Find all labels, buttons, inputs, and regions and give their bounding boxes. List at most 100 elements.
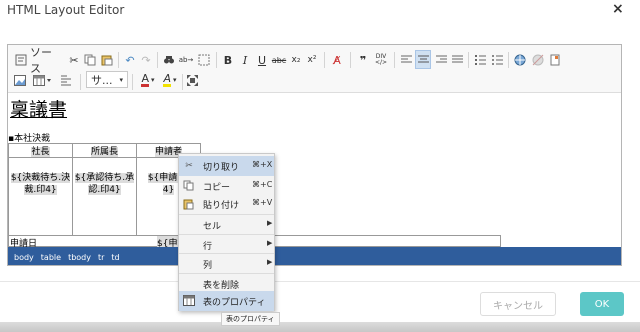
element-path-bar: body table tbody tr td [8,247,621,265]
blockquote-icon[interactable]: ❞ [357,51,369,69]
editor-content[interactable]: 稟議書 ▪本社決裁 社長 所属長 申請者 ${決裁待ち.決 裁.印4} ${承認待… [8,93,621,249]
menu-item-label: 貼り付け [203,201,240,211]
menu-item-column[interactable]: 列 ▶ [179,253,274,273]
horizontal-rule-icon[interactable] [60,71,74,89]
redo-icon[interactable]: ↷ [140,51,152,69]
strikethrough-icon[interactable]: abc [272,51,286,69]
table-cell[interactable]: ${承認待ち.承 認.印4} [72,157,137,236]
menu-item-label: 行 [203,242,213,252]
toolbar-separator [394,52,395,68]
style-select-value: サ... [91,73,113,87]
chevron-down-icon: ▾ [119,75,123,84]
align-left-icon[interactable] [400,51,412,69]
subscript-icon[interactable]: x₂ [290,51,302,69]
source-icon[interactable] [14,51,28,69]
path-item[interactable]: table [41,253,61,262]
editor-toolbar: ソース ✂ ↶ ↷ ab→ B I U abc x₂ x² A̸ ❞ DIV <… [8,45,621,93]
align-justify-icon[interactable] [451,51,463,69]
toolbar-separator [80,74,81,90]
toolbar-separator [350,52,351,68]
approval-table[interactable]: 社長 所属長 申請者 ${決裁待ち.決 裁.印4} ${承認待ち.承 認.印4} $… [8,143,201,236]
bulleted-list-icon[interactable] [491,51,503,69]
menu-item-label: セル [203,222,222,232]
table-cell[interactable]: 所属長 [72,143,137,158]
text-color-button[interactable]: A ▾ [138,71,158,89]
table-cell[interactable]: ${決裁待ち.決 裁.印4} [8,157,73,236]
replace-icon[interactable]: ab→ [179,51,194,69]
code-block-icon[interactable]: DIV </> [374,51,388,69]
ok-button[interactable]: OK [580,292,624,316]
toolbar-separator [216,52,217,68]
toolbar-separator [157,52,158,68]
menu-item-paste[interactable]: 貼り付け ⌘+V [179,194,274,214]
copy-icon [183,180,195,192]
menu-item-cell[interactable]: セル ▶ [179,214,274,234]
source-button[interactable]: ソース [30,46,60,75]
submenu-arrow-icon: ▶ [267,258,273,266]
toolbar-separator [468,52,469,68]
menu-item-shortcut: ⌘+X [252,160,273,169]
remove-format-icon[interactable]: A̸ [330,51,344,69]
anchor-icon[interactable] [549,51,561,69]
superscript-icon[interactable]: x² [306,51,318,69]
cancel-button[interactable]: キャンセル [480,292,556,316]
background-window-strip [0,322,640,332]
paste-icon[interactable] [101,51,113,69]
dialog-title: HTML Layout Editor [7,3,125,17]
approval-header-president: 社長 [31,147,50,157]
scissors-icon: ✂ [185,161,193,171]
close-icon[interactable]: × [612,1,624,17]
align-right-icon[interactable] [435,51,447,69]
submenu-arrow-icon: ▶ [267,239,273,247]
menu-item-label: 表を削除 [203,281,240,291]
menu-item-label: 列 [203,261,213,271]
table-cell[interactable]: 社長 [8,143,73,158]
background-color-label: A [163,71,171,87]
toolbar-separator [132,74,133,90]
cut-icon[interactable]: ✂ [68,51,80,69]
approval-cell-text: 認.印4} [88,185,121,195]
approval-cell-text: ${承認待ち.承 [74,173,135,183]
select-all-icon[interactable] [198,51,210,69]
approval-cell-text: 4} [162,185,175,195]
html-layout-editor-dialog: HTML Layout Editor × ソース ✂ ↶ ↷ ab→ B I U… [0,0,640,332]
style-select[interactable]: サ... ▾ [86,71,128,88]
numbered-list-icon[interactable] [474,51,486,69]
copy-icon[interactable] [84,51,96,69]
table-properties-tooltip: 表のプロパティ [221,312,280,326]
paste-icon [183,198,195,210]
chevron-down-icon: ▾ [151,76,155,84]
align-center-icon[interactable] [415,50,431,69]
menu-item-copy[interactable]: コピー ⌘+C [179,176,274,196]
toolbar-separator [118,52,119,68]
link-icon[interactable] [514,51,526,69]
bold-icon[interactable]: B [222,51,234,69]
chevron-down-icon: ▾ [173,76,177,84]
menu-item-row[interactable]: 行 ▶ [179,234,274,254]
menu-item-table-properties[interactable]: 表のプロパティ [179,291,274,311]
footer-divider [0,281,640,282]
toolbar-separator [508,52,509,68]
image-icon[interactable] [14,71,26,89]
toolbar-separator [324,52,325,68]
menu-item-shortcut: ⌘+V [252,198,273,207]
table-icon[interactable] [32,71,54,89]
menu-item-shortcut: ⌘+C [252,180,273,189]
context-menu: ✂ 切り取り ⌘+X コピー ⌘+C 貼り付け ⌘+V セル ▶ 行 ▶ 列 ▶… [178,153,275,311]
path-item[interactable]: td [111,253,119,262]
menu-item-cut[interactable]: ✂ 切り取り ⌘+X [179,156,274,176]
undo-icon[interactable]: ↶ [124,51,136,69]
path-item[interactable]: tbody [68,253,91,262]
menu-item-delete-table[interactable]: 表を削除 [179,273,274,293]
approval-header-manager: 所属長 [90,147,118,157]
menu-item-label: 表のプロパティ [203,298,266,308]
path-item[interactable]: body [14,253,34,262]
background-color-button[interactable]: A ▾ [160,71,180,89]
find-icon[interactable] [163,51,175,69]
path-item[interactable]: tr [98,253,104,262]
toolbar-separator [182,74,183,90]
italic-icon[interactable]: I [239,51,251,69]
maximize-icon[interactable] [186,71,198,89]
unlink-icon[interactable] [531,51,545,69]
underline-icon[interactable]: U [256,51,268,69]
